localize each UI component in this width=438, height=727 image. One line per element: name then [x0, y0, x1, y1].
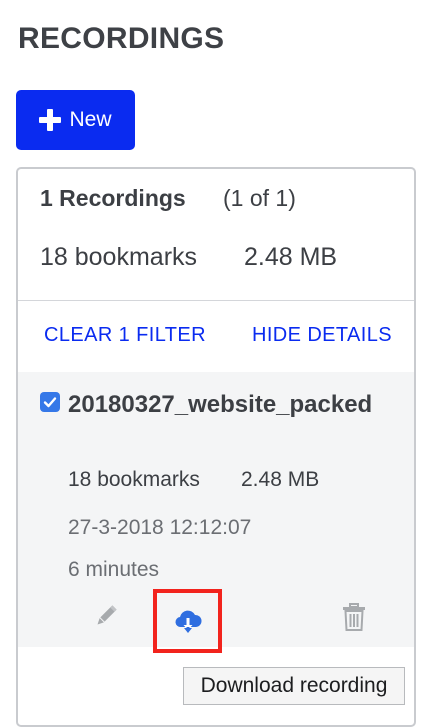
- recording-bookmarks: 18 bookmarks: [68, 468, 200, 491]
- download-tooltip: Download recording: [183, 667, 405, 705]
- clear-filter-link[interactable]: CLEAR 1 FILTER: [44, 324, 206, 347]
- recording-size: 2.48 MB: [241, 468, 320, 491]
- edit-recording-button[interactable]: [92, 602, 120, 630]
- trash-icon: [343, 603, 365, 631]
- total-size: 2.48 MB: [244, 243, 338, 271]
- recording-checkbox[interactable]: [40, 392, 60, 412]
- recordings-summary: 1 Recordings (1 of 1) 18 bookmarks 2.48 …: [18, 169, 414, 301]
- recordings-panel: 1 Recordings (1 of 1) 18 bookmarks 2.48 …: [16, 167, 416, 727]
- new-recording-button[interactable]: New: [16, 90, 135, 150]
- new-button-label: New: [69, 108, 112, 131]
- recording-item: 20180327_website_packed 18 bookmarks 2.4…: [18, 372, 414, 653]
- download-recording-button[interactable]: [153, 589, 222, 653]
- plus-icon: [39, 109, 62, 131]
- total-bookmarks: 18 bookmarks: [40, 243, 198, 271]
- delete-recording-button[interactable]: [341, 603, 367, 631]
- hide-details-link[interactable]: HIDE DETAILS: [252, 324, 392, 347]
- cloud-download-icon: [174, 610, 202, 633]
- checkmark-icon: [43, 397, 57, 408]
- recording-date: 27-3-2018 12:12:07: [68, 516, 252, 539]
- pencil-icon: [97, 605, 117, 625]
- recording-duration: 6 minutes: [68, 558, 160, 581]
- page-title: RECORDINGS: [18, 22, 225, 55]
- page-indicator: (1 of 1): [223, 185, 296, 211]
- recordings-count: 1 Recordings: [40, 185, 186, 211]
- recording-name[interactable]: 20180327_website_packed: [68, 384, 388, 425]
